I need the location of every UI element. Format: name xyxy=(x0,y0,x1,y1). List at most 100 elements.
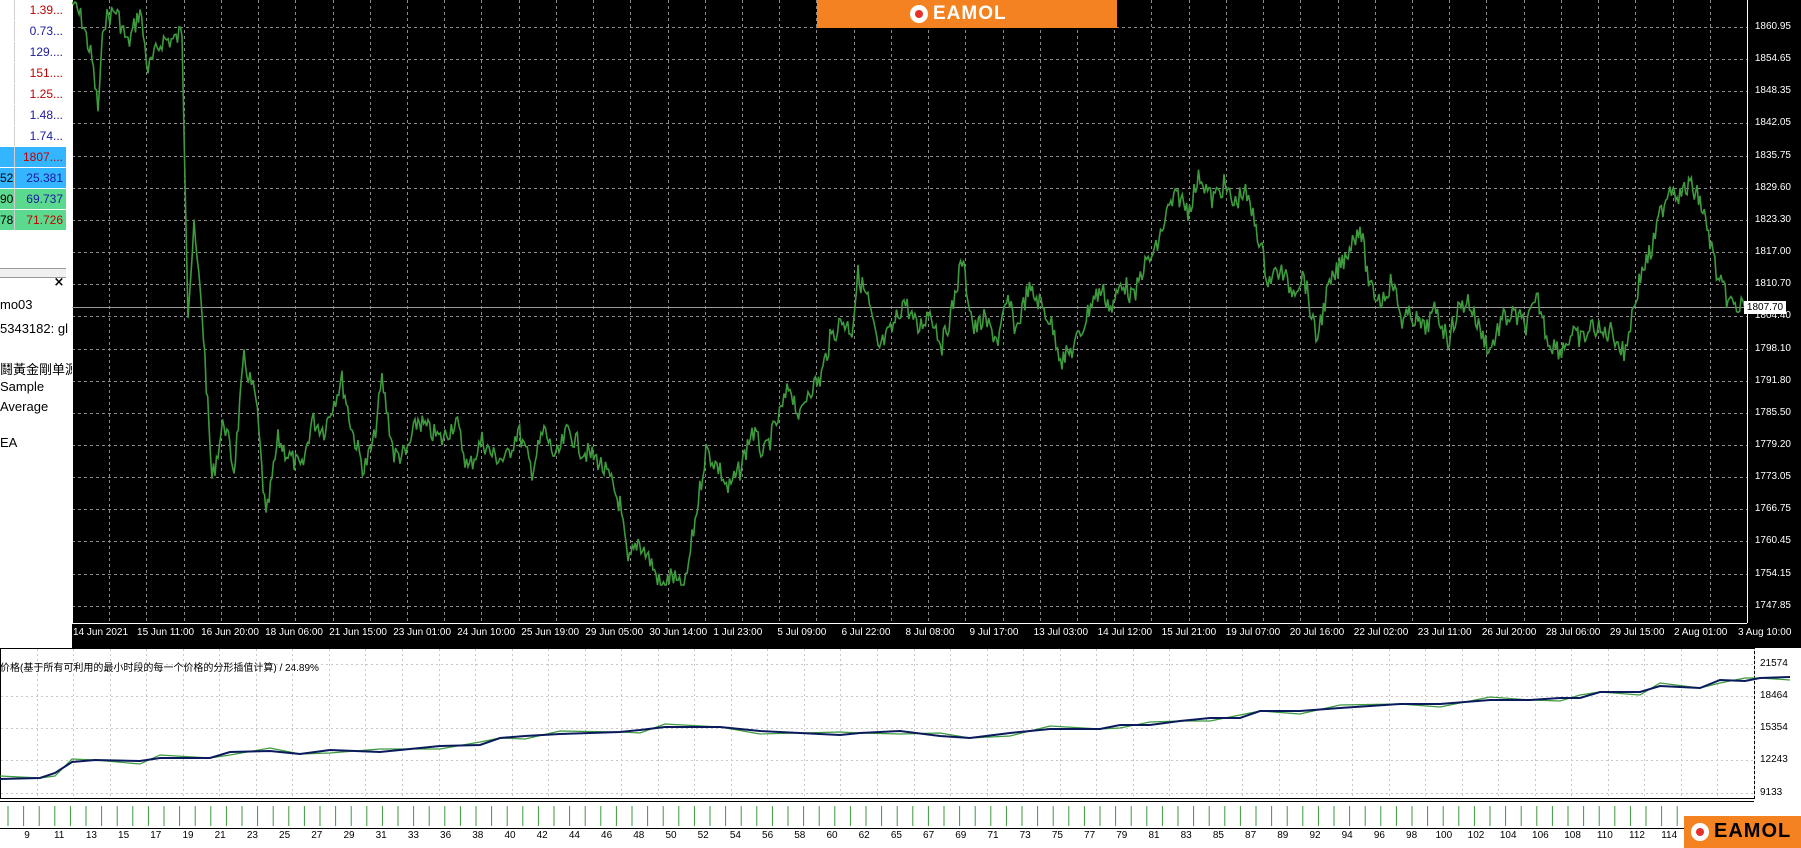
market-watch-row[interactable]: 1807.... xyxy=(0,147,66,168)
chart-grid xyxy=(72,0,1748,623)
time-axis-label: 2 Aug 01:00 xyxy=(1673,627,1728,638)
market-watch-row[interactable]: 1.74... xyxy=(0,126,66,147)
time-axis-label: 9 Jul 17:00 xyxy=(969,627,1019,638)
time-axis-label: 18 Jun 06:00 xyxy=(265,627,323,638)
trade-number-label: 40 xyxy=(504,830,516,841)
market-watch-row[interactable]: 52 25.381 xyxy=(0,168,66,189)
trade-number-label: 106 xyxy=(1532,830,1549,841)
trade-number-label: 19 xyxy=(182,830,194,841)
price-axis-label: 1779.20 xyxy=(1754,438,1791,450)
market-watch-row[interactable]: 1.25... xyxy=(0,84,66,105)
balance-axis-label: 15354 xyxy=(1760,722,1788,733)
navigator-item[interactable]: 5343182: gl xyxy=(0,321,68,336)
balance-axis-label: 9133 xyxy=(1760,787,1783,798)
price-axis-label: 1835.75 xyxy=(1754,149,1791,161)
trade-number-label: 50 xyxy=(665,830,677,841)
logo-icon xyxy=(910,5,928,23)
balance-axis-label: 21574 xyxy=(1760,658,1788,669)
market-watch-row[interactable]: 1.39... xyxy=(0,0,66,21)
trade-number-label: 29 xyxy=(343,830,355,841)
price-axis-label: 1848.35 xyxy=(1754,85,1791,97)
row-symbol-cell: 52 xyxy=(0,168,15,188)
trade-number-label: 92 xyxy=(1309,830,1321,841)
navigator-item[interactable]: mo03 xyxy=(0,297,33,312)
time-axis-label: 15 Jul 21:00 xyxy=(1161,627,1217,638)
navigator-item[interactable]: Sample xyxy=(0,379,44,394)
time-axis-label: 1 Jul 23:00 xyxy=(713,627,763,638)
trade-number-label: 54 xyxy=(729,830,741,841)
navigator-item[interactable]: Average xyxy=(0,399,48,414)
price-axis-label: 1766.75 xyxy=(1754,503,1791,515)
deal-volume-bars xyxy=(7,806,1678,826)
logo-text: EAMOL xyxy=(933,3,1007,24)
report-title: 价格(基于所有可利用的最小时段的每一个价格的分形插值计算) / 24.89% xyxy=(0,663,319,674)
logo-icon xyxy=(1691,823,1709,841)
navigator-item[interactable]: EA xyxy=(0,435,17,450)
trade-number-label: 13 xyxy=(85,830,97,841)
trade-number-label: 56 xyxy=(762,830,774,841)
trade-number-label: 71 xyxy=(987,830,999,841)
price-axis-label: 1760.45 xyxy=(1754,535,1791,547)
price-chart[interactable]: 1860.95 1854.65 1848.35 1842.05 1835.75 1829.… xyxy=(72,0,1801,648)
left-panel: 1.39... 0.73... 129.... 151.... 1.25... 1.48.… xyxy=(0,0,73,648)
trade-number-label: 114 xyxy=(1661,830,1678,841)
price-axis-label: 1754.15 xyxy=(1754,567,1791,579)
trade-number-label: 87 xyxy=(1245,830,1257,841)
trade-number-label: 98 xyxy=(1406,830,1418,841)
market-watch-row[interactable]: 1.48... xyxy=(0,105,66,126)
time-axis-label: 23 Jun 01:00 xyxy=(393,627,452,638)
trade-number-label: 100 xyxy=(1435,830,1453,841)
price-chart-canvas xyxy=(72,0,1748,624)
time-axis-label: 29 Jul 15:00 xyxy=(1609,627,1665,638)
trade-number-label: 38 xyxy=(472,830,484,841)
trade-number-label: 81 xyxy=(1148,830,1160,841)
price-line xyxy=(72,0,1746,586)
close-icon[interactable]: × xyxy=(52,276,66,290)
row-price-cell: 151.... xyxy=(29,66,63,80)
row-symbol-cell xyxy=(0,84,15,104)
trade-number-label: 110 xyxy=(1596,830,1613,841)
market-watch-row[interactable]: 90 69.737 xyxy=(0,189,66,210)
corner-logo: EAMOL xyxy=(1684,816,1801,848)
time-axis-label: 14 Jul 12:00 xyxy=(1097,627,1153,638)
trade-number-label: 112 xyxy=(1629,830,1645,841)
trade-number-label: 21 xyxy=(214,830,226,841)
trade-number-label: 52 xyxy=(697,830,709,841)
trade-number-label: 27 xyxy=(311,830,323,841)
trade-number-label: 36 xyxy=(440,830,452,841)
row-symbol-cell: 90 xyxy=(0,189,15,209)
row-price-cell: 1.25... xyxy=(29,87,63,101)
price-axis-label: 1747.85 xyxy=(1754,599,1791,611)
row-price-cell: 1.74... xyxy=(29,129,63,143)
row-symbol-cell xyxy=(0,105,15,125)
market-watch-row[interactable]: 78 71.726 xyxy=(0,210,66,231)
market-watch-row[interactable]: 151.... xyxy=(0,63,66,84)
trade-number-label: 17 xyxy=(150,830,162,841)
navigator-item[interactable]: 鬪黃金剛单源EA xyxy=(0,359,72,378)
balance-axis-label: 18464 xyxy=(1760,690,1788,701)
trade-number-label: 104 xyxy=(1499,830,1517,841)
row-symbol-cell xyxy=(0,63,15,83)
market-watch-row[interactable]: 0.73... xyxy=(0,21,66,42)
trade-number-label: 48 xyxy=(633,830,645,841)
row-symbol-cell xyxy=(0,21,15,41)
trade-number-label: 65 xyxy=(890,830,902,841)
price-axis-label: 1798.10 xyxy=(1754,342,1791,354)
time-axis-label: 28 Jul 06:00 xyxy=(1545,627,1601,638)
trade-number-label: 44 xyxy=(568,830,580,841)
time-axis-label: 22 Jul 02:00 xyxy=(1353,627,1409,638)
time-axis-label: 26 Jul 20:00 xyxy=(1481,627,1537,638)
time-axis-label: 24 Jun 10:00 xyxy=(457,627,516,638)
price-axis-label: 1823.30 xyxy=(1754,213,1791,225)
time-axis-label: 8 Jul 08:00 xyxy=(905,627,955,638)
time-axis-label: 30 Jun 14:00 xyxy=(649,627,708,638)
trade-number-label: 73 xyxy=(1019,830,1031,841)
logo-text: EAMOL xyxy=(1714,820,1792,842)
market-watch-row[interactable]: 129.... xyxy=(0,42,66,63)
price-axis-label: 1829.60 xyxy=(1754,181,1791,193)
time-axis-label: 14 Jun 2021 xyxy=(73,627,129,638)
row-price-cell: 71.726 xyxy=(15,210,66,230)
trade-number-label: 60 xyxy=(826,830,838,841)
trade-number-label: 77 xyxy=(1084,830,1096,841)
trade-number-label: 96 xyxy=(1373,830,1385,841)
